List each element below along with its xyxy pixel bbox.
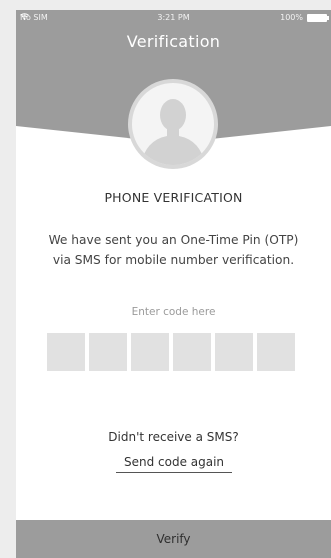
battery-full-icon	[307, 13, 329, 22]
page-title: Verification	[126, 32, 221, 51]
header: No SIM 3:21 PM 100% Verification	[16, 10, 331, 170]
otp-digit-2[interactable]	[89, 333, 127, 371]
resend-question: Didn't receive a SMS?	[108, 430, 239, 444]
otp-digit-5[interactable]	[215, 333, 253, 371]
description-line-1: We have sent you an One-Time Pin (OTP)	[48, 233, 299, 247]
status-bar: No SIM 3:21 PM 100%	[16, 10, 331, 28]
code-label: Enter code here	[131, 306, 216, 318]
otp-digit-1[interactable]	[47, 333, 85, 371]
phone-screen: No SIM 3:21 PM 100% Verification PHONE V…	[16, 10, 331, 558]
otp-digit-6[interactable]	[257, 333, 295, 371]
phone-verification-heading: PHONE VERIFICATION	[104, 190, 243, 205]
otp-digit-4[interactable]	[173, 333, 211, 371]
user-silhouette-icon	[128, 79, 218, 169]
otp-description: We have sent you an One-Time Pin (OTP) v…	[28, 230, 319, 270]
verify-button[interactable]: Verify	[16, 520, 331, 558]
otp-digit-3[interactable]	[131, 333, 169, 371]
description-line-2: via SMS for mobile number verification.	[52, 253, 295, 267]
status-right: 100%	[280, 13, 329, 22]
battery-percent: 100%	[280, 13, 303, 22]
avatar	[126, 77, 220, 171]
otp-code-inputs	[47, 333, 295, 371]
send-code-again-link[interactable]: Send code again	[116, 455, 232, 473]
